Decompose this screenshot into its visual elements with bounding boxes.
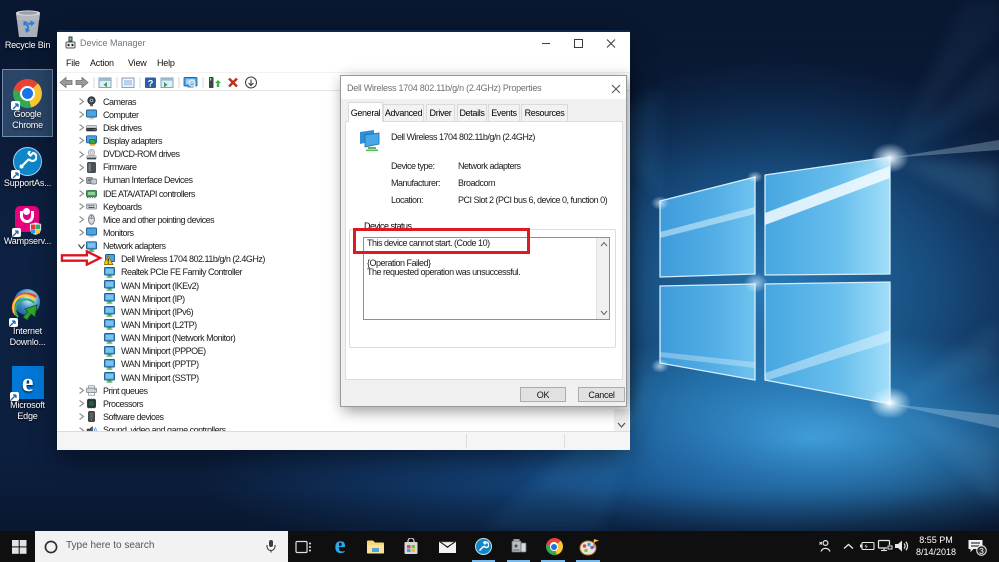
svg-text:?: ? — [148, 79, 154, 90]
svg-text:3: 3 — [979, 546, 984, 556]
